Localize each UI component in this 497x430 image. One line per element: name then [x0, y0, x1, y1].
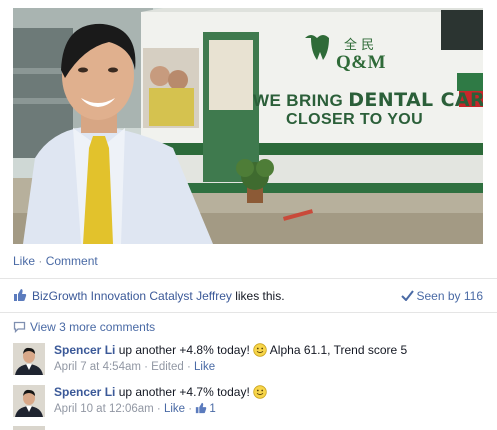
- post-actions: Like · Comment: [13, 254, 98, 268]
- seen-by-text: Seen by 116: [416, 289, 484, 303]
- likes-suffix: likes this.: [231, 289, 285, 303]
- checkmark-icon: [400, 290, 414, 301]
- truck-slogan-line1-a: WE BRING: [253, 91, 349, 110]
- truck-slogan-line1: WE BRING DENTAL CARE: [253, 89, 483, 111]
- liker-name-link[interactable]: BizGrowth Innovation Catalyst Jeffrey: [32, 289, 232, 303]
- avatar-image: [13, 343, 45, 375]
- thumbs-up-icon: [196, 402, 207, 414]
- truck-slogan-line1-b: DENTAL CARE: [348, 89, 483, 111]
- truck-chinese-text: 全 民: [344, 38, 375, 53]
- like-link[interactable]: Like: [13, 254, 35, 268]
- like-count-value: 1: [209, 403, 216, 415]
- seen-by[interactable]: Seen by 116: [400, 289, 484, 303]
- smiley-icon: [253, 343, 267, 357]
- comment-date[interactable]: April 10 at 12:06am: [54, 403, 154, 415]
- likes-text: BizGrowth Innovation Catalyst Jeffrey li…: [32, 289, 285, 303]
- comment-text-a: up another +4.8% today!: [115, 343, 254, 357]
- comment-author-link[interactable]: Spencer Li: [54, 385, 115, 399]
- comment-date[interactable]: April 7 at 4:54am: [54, 361, 141, 373]
- comment-body: Spencer Li up another +4.7% today! April…: [54, 385, 474, 417]
- view-more-comments-text: View 3 more comments: [30, 320, 156, 334]
- comment-item: Spencer Li up another +4.7% today! April…: [13, 385, 483, 421]
- comment-like-count[interactable]: 1: [195, 402, 216, 415]
- comment-text: Spencer Li up another +4.7% today!: [54, 385, 474, 400]
- avatar: [13, 426, 45, 430]
- comment-item-partial: [13, 426, 483, 430]
- comment-bubble-icon: [13, 321, 26, 334]
- likes-summary: BizGrowth Innovation Catalyst Jeffrey li…: [13, 287, 483, 305]
- avatar[interactable]: [13, 343, 45, 375]
- comment-like-link[interactable]: Like: [194, 361, 215, 373]
- meta-separator: ·: [185, 403, 196, 415]
- comment-edited[interactable]: Edited: [151, 361, 184, 373]
- meta-separator: ·: [140, 361, 152, 373]
- comment-like-link[interactable]: Like: [164, 403, 185, 415]
- smiley-icon: [253, 385, 267, 399]
- truck-brand-text: Q&M: [336, 52, 387, 73]
- comment-item: Spencer Li up another +4.8% today! Alpha…: [13, 343, 483, 379]
- avatar[interactable]: [13, 385, 45, 417]
- actions-separator: ·: [35, 254, 46, 268]
- thumbs-up-icon: [14, 289, 27, 301]
- comment-body: Spencer Li up another +4.8% today! Alpha…: [54, 343, 474, 375]
- truck-slogan-line2: CLOSER TO YOU: [286, 111, 424, 128]
- divider: [0, 312, 497, 313]
- comment-text-a: up another +4.7% today!: [115, 385, 254, 399]
- meta-separator: ·: [153, 403, 164, 415]
- view-more-comments[interactable]: View 3 more comments: [13, 320, 155, 334]
- comment-link[interactable]: Comment: [46, 254, 98, 268]
- avatar-image: [13, 385, 45, 417]
- comment-text: Spencer Li up another +4.8% today! Alpha…: [54, 343, 474, 358]
- comment-meta: April 7 at 4:54am · Edited · Like: [54, 359, 474, 375]
- post-photo[interactable]: 全 民 Q&M WE BRING DENTAL CARE CLOSER TO Y…: [13, 8, 483, 244]
- comment-author-link[interactable]: Spencer Li: [54, 343, 115, 357]
- comment-meta: April 10 at 12:06am · Like · 1: [54, 401, 474, 417]
- comment-text-b: Alpha 61.1, Trend score 5: [267, 343, 408, 357]
- divider: [0, 278, 497, 279]
- meta-separator: ·: [183, 361, 195, 373]
